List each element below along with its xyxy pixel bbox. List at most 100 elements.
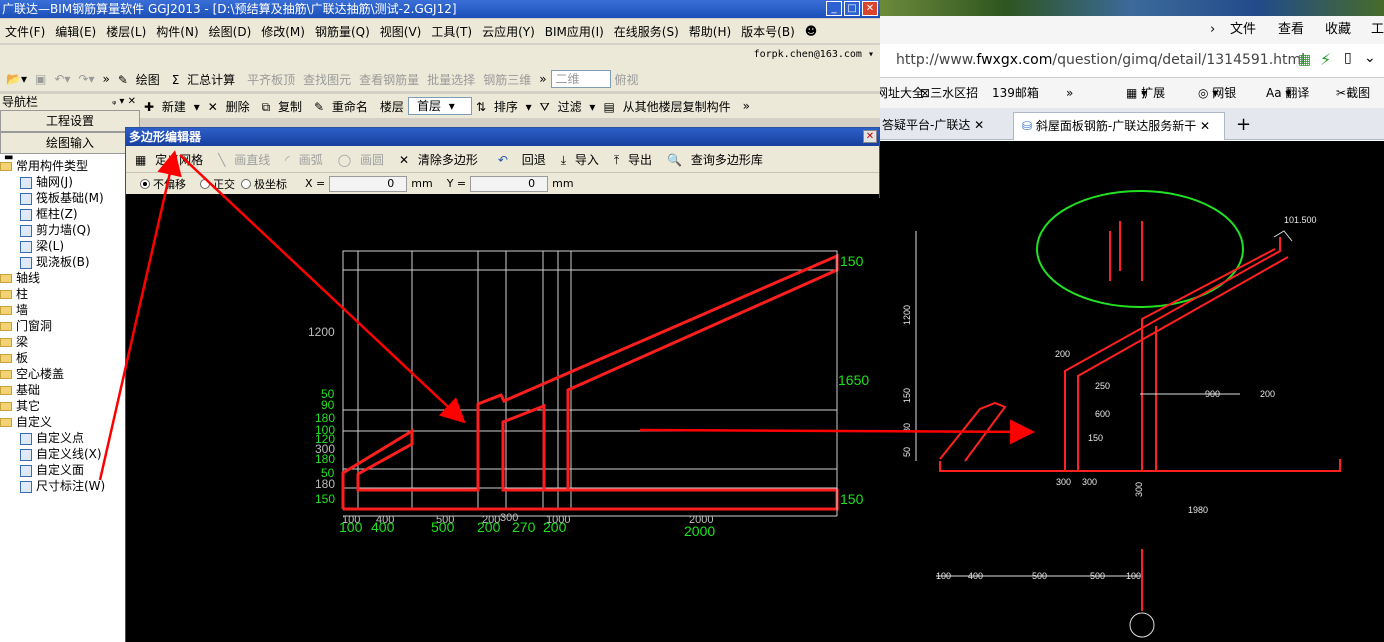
browser-menu-file[interactable]: 文件 <box>1230 16 1256 44</box>
tree-item[interactable]: 框柱(Z) <box>0 206 140 222</box>
fav-bank[interactable]: ◎ 网银 ▾ <box>1198 78 1236 108</box>
close-icon[interactable]: ✕ <box>862 1 878 16</box>
flush-slab-button[interactable]: 平齐板顶 <box>243 71 299 88</box>
lightning-icon[interactable]: ⚡ <box>1320 50 1331 69</box>
menu-help[interactable]: 帮助(H) <box>684 23 736 40</box>
menu-component[interactable]: 构件(N) <box>151 23 203 40</box>
toolbar-overflow-icon-3[interactable]: » <box>739 99 754 113</box>
export-button[interactable]: ⤒ 导出 <box>609 151 662 168</box>
filter-button[interactable]: ⛛ 过滤 ▾ <box>536 98 600 115</box>
tree-item[interactable]: 自定义 <box>0 414 140 430</box>
copy-from-floor-button[interactable]: ▤ 从其他楼层复制构件 <box>599 98 738 115</box>
import-button[interactable]: ⤓ 导入 <box>556 151 609 168</box>
y-input[interactable]: 0 <box>470 175 549 192</box>
no-offset-radio[interactable] <box>140 178 150 189</box>
menu-view[interactable]: 视图(V) <box>375 23 427 40</box>
rebar-3d-button[interactable]: 钢筋三维 <box>479 71 535 88</box>
tree-item[interactable]: 门窗洞 <box>0 318 140 334</box>
tree-item[interactable]: 轴网(J) <box>0 174 140 190</box>
fav-screenshot[interactable]: ✂ 截图 <box>1336 78 1370 108</box>
address-bar[interactable]: http://www.fwxgx.com/question/gimq/detai… <box>880 44 1384 78</box>
draw-button[interactable]: ✎ 绘图 <box>114 71 168 88</box>
rename-button[interactable]: ✎ 重命名 <box>310 98 376 115</box>
fav-translate[interactable]: Aa 翻译 ▾ <box>1266 78 1309 108</box>
draw-input-button[interactable]: 绘图输入 <box>0 132 140 154</box>
browser-menu-view[interactable]: 查看 <box>1278 16 1304 44</box>
define-grid-button[interactable]: ▦ 定义网格 <box>130 151 213 168</box>
top-view-button[interactable]: 俯视 <box>611 71 643 88</box>
new-button[interactable]: ✚ 新建 ▾ <box>140 98 204 115</box>
query-library-button[interactable]: 🔍 查询多边形库 <box>662 151 773 168</box>
qr-icon[interactable]: ▦ <box>1298 52 1311 68</box>
project-settings-button[interactable]: 工程设置 <box>0 110 140 132</box>
tree-item[interactable]: 筏板基础(M) <box>0 190 140 206</box>
tree-item[interactable]: 现浇板(B) <box>0 254 140 270</box>
menu-floor[interactable]: 楼层(L) <box>101 23 151 40</box>
tab-sloped-roof[interactable]: ⛁ 斜屋面板钢筋-广联达服务新干 ✕ <box>1013 112 1225 140</box>
fav-extensions[interactable]: ▦ 扩展 ▾ <box>1126 78 1165 108</box>
tree-item[interactable]: 梁(L) <box>0 238 140 254</box>
summary-button[interactable]: Σ 汇总计算 <box>168 71 243 88</box>
tree-item[interactable]: 梁 <box>0 334 140 350</box>
tree-item[interactable]: 自定义面 <box>0 462 140 478</box>
copy-button[interactable]: ⧉ 复制 <box>258 98 310 115</box>
polygon-canvas[interactable]: 1200 50 90 180 100 120 180 300 50 180 15… <box>126 198 881 642</box>
draw-arc-button[interactable]: ◜ 画弧 <box>280 151 332 168</box>
fav-more-icon[interactable]: » <box>1066 78 1073 108</box>
polygon-drawing[interactable]: 1200 50 90 180 100 120 180 300 50 180 15… <box>126 198 881 642</box>
menu-bim[interactable]: BIM应用(I) <box>540 23 609 40</box>
menu-file[interactable]: 文件(F) <box>0 23 50 40</box>
ortho-radio[interactable] <box>200 178 210 189</box>
clear-polygon-button[interactable]: ✕ 清除多边形 <box>394 151 488 168</box>
menu-edit[interactable]: 编辑(E) <box>50 23 101 40</box>
minimize-icon[interactable]: _ <box>826 1 842 16</box>
tree-item[interactable]: 剪力墙(Q) <box>0 222 140 238</box>
tree-item[interactable]: 柱 <box>0 286 140 302</box>
toolbar-overflow-icon[interactable]: » <box>98 72 113 86</box>
browser-menu-tools[interactable]: 工具 <box>1371 16 1384 44</box>
draw-line-button[interactable]: ╲ 画直线 <box>213 151 280 168</box>
nav-pin-close-icon[interactable]: ᵩ ▾ ✕ <box>112 94 136 110</box>
polar-radio[interactable] <box>241 178 251 189</box>
tree-item[interactable]: 空心楼盖 <box>0 366 140 382</box>
menu-draw[interactable]: 绘图(D) <box>204 23 257 40</box>
menu-version[interactable]: 版本号(B) <box>736 23 800 40</box>
tree-item[interactable]: 尺寸标注(W) <box>0 478 140 494</box>
address-dropdown-icon[interactable]: ▯ <box>1344 50 1352 66</box>
x-input[interactable]: 0 <box>329 175 408 192</box>
save-icon[interactable]: ▣ <box>31 72 50 86</box>
tree-item[interactable]: 轴线 <box>0 270 140 286</box>
fav-sanshui[interactable]: ⊠ 三水区招 <box>920 78 978 108</box>
smiley-icon[interactable]: ☻ <box>800 24 823 38</box>
view-mode-select[interactable]: 二维 <box>550 70 611 88</box>
maximize-icon[interactable]: □ <box>844 1 860 16</box>
menu-modify[interactable]: 修改(M) <box>256 23 310 40</box>
menu-rebar[interactable]: 钢筋量(Q) <box>310 23 375 40</box>
sort-button[interactable]: ⇅ 排序 ▾ <box>472 98 536 115</box>
redo-icon[interactable]: ↷▾ <box>74 72 98 86</box>
menu-cloud[interactable]: 云应用(Y) <box>477 23 540 40</box>
new-tab-button[interactable]: + <box>1236 112 1260 140</box>
browser-menu-favorites[interactable]: 收藏 <box>1325 16 1351 44</box>
menu-online[interactable]: 在线服务(S) <box>609 23 684 40</box>
tree-item[interactable]: 其它 <box>0 398 140 414</box>
url-text[interactable]: http://www.fwxgx.com/question/gimq/detai… <box>896 52 1305 68</box>
address-chevron-icon[interactable]: ⌄ <box>1364 50 1376 66</box>
user-account[interactable]: forpk.chen@163.com ▾ <box>754 49 874 60</box>
tree-item[interactable]: 板 <box>0 350 140 366</box>
delete-button[interactable]: ✕ 删除 <box>204 98 258 115</box>
floor-select[interactable]: 首层 ▾ <box>407 97 472 115</box>
draw-circle-button[interactable]: ◯ 画圆 <box>333 151 394 168</box>
browser-menu-chevron-icon[interactable]: › <box>1210 16 1215 44</box>
open-icon[interactable]: 📂▾ <box>2 72 31 86</box>
fav-web-directory[interactable]: 网址大全 <box>880 78 924 108</box>
batch-select-button[interactable]: 批量选择 <box>423 71 479 88</box>
tree-item[interactable]: 基础 <box>0 382 140 398</box>
tree-item[interactable]: 墙 <box>0 302 140 318</box>
tree-item[interactable]: 自定义点 <box>0 430 140 446</box>
find-element-button[interactable]: 查找图元 <box>299 71 355 88</box>
menu-tools[interactable]: 工具(T) <box>426 23 477 40</box>
toolbar-overflow-icon-2[interactable]: » <box>535 72 550 86</box>
dialog-close-icon[interactable]: ✕ <box>863 130 877 143</box>
tab-qa-platform[interactable]: 答疑平台-广联达 ✕ <box>880 112 1008 140</box>
